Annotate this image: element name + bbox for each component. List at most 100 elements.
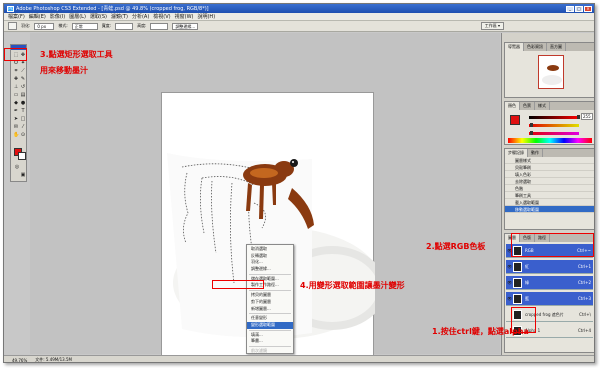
menu-item[interactable]: 分析(A) [132,13,149,20]
gradient-icon[interactable]: ▤ [20,93,26,98]
panel-tab[interactable]: 樣式 [535,102,550,110]
color-ramp[interactable] [508,138,592,143]
eyedropper-icon[interactable]: ⁄ [20,125,26,130]
menu-item[interactable]: 圖層(L) [69,13,86,20]
menu-item[interactable]: 檢視(V) [153,13,170,20]
menu-item[interactable]: 選取(S) [90,13,107,20]
history-item[interactable]: 填入色彩 [505,171,594,178]
menu-item[interactable]: 視窗(W) [175,13,194,20]
healing-brush-icon[interactable]: ✚ [13,77,19,82]
visibility-eye-icon[interactable]: 👁 [506,280,513,285]
height-input[interactable] [150,22,169,30]
menu-item[interactable]: 影像(I) [50,13,65,20]
context-menu-item[interactable]: 筆畫... [247,338,293,345]
feather-label: 羽化: [21,23,31,28]
panel-tab[interactable]: 動作 [528,149,543,157]
blur-icon[interactable]: ◆ [13,101,19,106]
shape-icon[interactable]: □ [20,117,26,122]
red-slider[interactable] [529,115,580,119]
menu-item[interactable]: 編輯(E) [29,13,46,20]
context-menu-item[interactable]: 新增圖層... [247,306,293,313]
color-tabs: 顏色 色票 樣式 [505,102,594,110]
context-menu-item[interactable]: 剪下的圖層 [247,299,293,306]
options-bar: 羽化: 0 px 樣式: 正常 寬度: 高度: 調整邊緣... 工作區 ▾ [4,21,594,32]
panel-tab[interactable]: 色彩資訊 [524,43,547,51]
eraser-icon[interactable]: ▭ [13,93,19,98]
channel-row[interactable]: 👁 紅 Ctrl+1 [506,260,593,274]
history-item[interactable]: 載入選取範圍 [505,199,594,206]
path-select-icon[interactable]: ➤ [13,117,19,122]
channel-row[interactable]: 👁 綠 Ctrl+2 [506,276,593,290]
lasso-icon[interactable]: ʘ [13,61,19,66]
channel-shortcut: Ctrl+3 [577,296,591,301]
red-value[interactable]: 255 [581,113,593,120]
annotation-step3-line1: 3.點選矩形選取工具 [40,50,113,59]
zoom-icon[interactable]: ⊙ [20,133,26,138]
history-list: 圖層樣式 貝殼筆刷 填入色彩 去除選取 色階 筆刷工具 載入選取範圍 移動選取範圍 [505,157,594,213]
history-item[interactable]: 圖層樣式 [505,157,594,164]
panel-tab[interactable]: 導覽器 [505,43,524,51]
height-label: 高度: [137,23,147,28]
clone-stamp-icon[interactable]: ⊥ [13,85,19,90]
history-panel: 步驟記錄 動作 圖層樣式 貝殼筆刷 填入色彩 去除選取 色階 筆刷工具 載入選取範圍 移動選取範… [504,148,594,230]
annotation-box-marquee [4,48,27,61]
slice-icon[interactable]: ⟋ [20,69,26,74]
notes-icon[interactable]: ✉ [13,125,19,130]
minimize-button[interactable]: _ [566,5,574,12]
history-item[interactable]: 貝殼筆刷 [505,164,594,171]
panel-tab[interactable]: 色票 [520,102,535,110]
panel-tab[interactable]: 直方圖 [547,43,566,51]
panel-tab[interactable]: 步驟記錄 [505,149,528,157]
blue-slider[interactable] [529,131,579,135]
channel-shortcut: Ctrl+\ [579,312,591,317]
width-input[interactable] [115,22,134,30]
panel-tab[interactable]: 顏色 [505,102,520,110]
channel-shortcut: Ctrl+4 [577,328,591,333]
brush-icon[interactable]: ✎ [20,77,26,82]
context-menu-item[interactable]: 取消選取 [247,246,293,253]
quick-mask-icon[interactable]: ◎ [14,165,20,170]
magic-wand-icon[interactable]: ✦ [20,61,26,66]
navigator-panel: 導覽器 色彩資訊 直方圖 [504,42,594,98]
menu-item[interactable]: 濾鏡(T) [111,13,128,20]
workspace-button[interactable]: 工作區 ▾ [480,22,504,30]
zoom-readout[interactable]: 49.76% [12,358,27,363]
context-menu-item[interactable]: 調整邊緣... [247,266,293,273]
style-select[interactable]: 正常 [71,22,98,30]
refine-edge-button[interactable]: 調整邊緣... [172,22,199,30]
crop-icon[interactable]: ⌗ [13,69,19,74]
hand-icon[interactable]: ✋ [13,133,19,138]
type-icon[interactable]: T [20,109,26,114]
screen-mode-icon[interactable]: ▣ [20,173,26,178]
navigator-thumbnail[interactable] [538,55,564,89]
menu-item[interactable]: 說明(H) [197,13,215,20]
context-menu-item[interactable]: 任意變形 [247,315,293,322]
background-color-swatch[interactable] [18,152,26,160]
annotation-step4: 4.用變形選取範圍讓墨汁變形 [300,281,405,290]
history-brush-icon[interactable]: ↺ [20,85,26,90]
marquee-preset-icon[interactable] [8,22,17,30]
channel-thumbnail [513,277,522,288]
channel-row[interactable]: 👁 藍 Ctrl+3 [506,292,593,306]
visibility-eye-icon[interactable]: 👁 [506,296,513,301]
menu-separator [249,273,291,275]
menu-item[interactable]: 檔案(F) [8,13,25,20]
visibility-eye-icon[interactable]: 👁 [506,264,513,269]
maximize-button[interactable]: □ [575,5,583,12]
close-button[interactable]: × [584,5,592,12]
history-item[interactable]: 筆刷工具 [505,192,594,199]
annotation-step2: 2.點選RGB色板 [426,242,486,251]
history-item[interactable]: 移動選取範圍 [505,206,594,213]
photoshop-app-icon: Ps [7,5,14,12]
green-slider[interactable] [529,123,579,127]
style-label: 樣式: [58,23,68,28]
history-item[interactable]: 色階 [505,185,594,192]
feather-input[interactable]: 0 px [34,22,55,30]
history-item[interactable]: 去除選取 [505,178,594,185]
context-menu-item[interactable]: 拷貝的圖層 [247,292,293,299]
pen-icon[interactable]: ✒ [13,109,19,114]
color-fg-swatch[interactable] [510,115,520,125]
dodge-icon[interactable]: ● [20,101,26,106]
doc-size-readout: 文件: 5.49M/13.5M [35,357,72,362]
context-menu-item[interactable]: 變形選取範圍 [247,321,293,329]
